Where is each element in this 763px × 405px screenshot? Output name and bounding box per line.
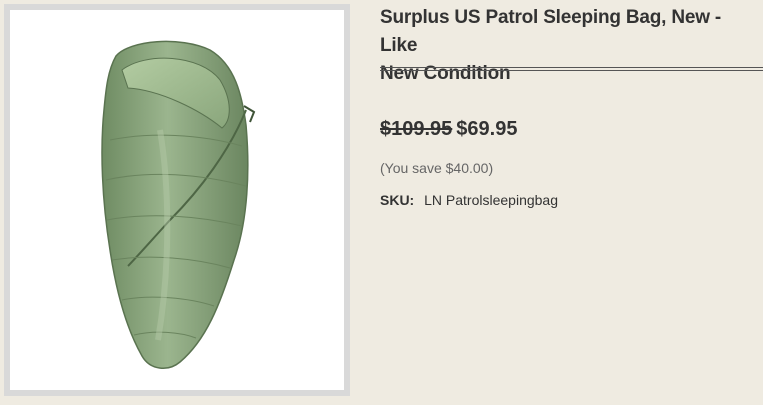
savings-text: (You save $40.00) xyxy=(380,160,494,176)
price-row: $109.95 $69.95 xyxy=(380,118,517,141)
product-info: Surplus US Patrol Sleeping Bag, New - Li… xyxy=(380,4,763,88)
sale-price: $69.95 xyxy=(456,118,518,140)
sku-value: LN Patrolsleepingbag xyxy=(424,192,558,208)
product-image[interactable] xyxy=(4,4,350,396)
sleeping-bag-image xyxy=(101,40,256,369)
sku-label: SKU: xyxy=(380,192,415,208)
title-divider xyxy=(380,67,763,71)
product-title: Surplus US Patrol Sleeping Bag, New - Li… xyxy=(380,7,721,84)
sku-row: SKU: LN Patrolsleepingbag xyxy=(380,192,558,208)
original-price: $109.95 xyxy=(380,118,453,140)
